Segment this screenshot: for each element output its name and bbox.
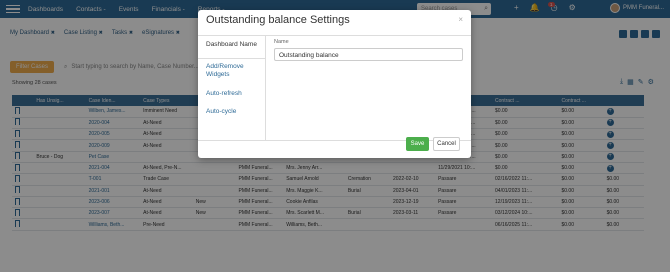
side-item-dashboard-name[interactable]: Dashboard Name: [206, 41, 257, 49]
name-label: Name: [274, 39, 289, 45]
side-item-auto-cycle[interactable]: Auto-cycle: [206, 108, 236, 116]
settings-modal: Outstanding balance Settings × Dashboard…: [198, 10, 471, 158]
cancel-button[interactable]: Cancel: [433, 137, 460, 151]
close-icon[interactable]: ×: [458, 15, 463, 24]
name-input[interactable]: Outstanding balance: [274, 48, 463, 61]
modal-sidebar: Dashboard Name Add/Remove Widgets Auto-r…: [198, 36, 266, 140]
save-button[interactable]: Save: [406, 137, 429, 151]
side-item-auto-refresh[interactable]: Auto-refresh: [206, 90, 242, 98]
divider: [198, 140, 471, 141]
side-item-add-remove-widgets[interactable]: Add/Remove Widgets: [206, 63, 264, 79]
divider: [198, 58, 265, 59]
modal-title: Outstanding balance Settings: [206, 14, 350, 26]
